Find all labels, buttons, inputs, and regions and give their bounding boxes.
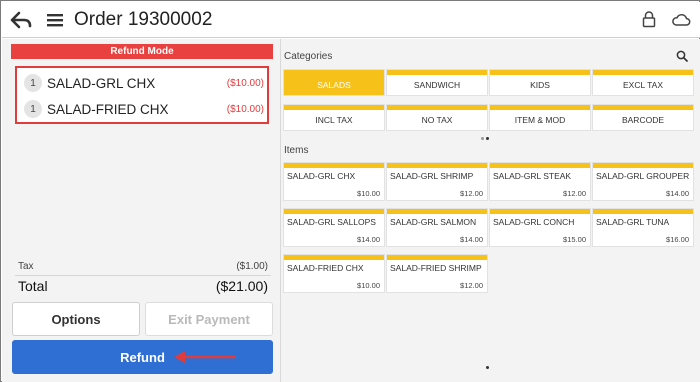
page-dot [486, 137, 489, 140]
order-title: Order 19300002 [74, 9, 213, 30]
page-dot [481, 137, 484, 140]
item-tile[interactable]: SALAD-GRL SALLOPS $14.00 [284, 209, 384, 246]
menu-panel: Categories SALADS SANDWICH KIDS EXCL TAX… [280, 39, 700, 382]
item-name: SALAD-GRL GROUPER [596, 171, 690, 181]
tax-value: ($1.00) [236, 261, 268, 272]
order-item-name: SALAD-FRIED CHX [47, 101, 169, 117]
order-item-price: ($10.00) [226, 103, 264, 115]
item-tile[interactable]: SALAD-GRL SHRIMP $12.00 [387, 163, 487, 200]
item-tile[interactable]: SALAD-FRIED CHX $10.00 [284, 255, 384, 292]
cloud-icon[interactable] [671, 12, 691, 27]
category-incl-tax[interactable]: INCL TAX [284, 105, 384, 130]
items-heading: Items [284, 145, 309, 156]
items-page-indicator[interactable] [486, 366, 489, 369]
search-icon[interactable] [676, 49, 688, 62]
order-line[interactable]: 1 SALAD-GRL CHX ($10.00) [24, 72, 264, 94]
pos-window: Order 19300002 Refund Mode 1 SALAD-GRL C… [0, 0, 700, 382]
divider [15, 275, 271, 276]
total-label: Total [18, 278, 48, 294]
item-price: $15.00 [563, 235, 586, 244]
category-item-mod[interactable]: ITEM & MOD [490, 105, 590, 130]
item-price: $10.00 [357, 281, 380, 290]
item-tile[interactable]: SALAD-GRL SALMON $14.00 [387, 209, 487, 246]
category-no-tax[interactable]: NO TAX [387, 105, 487, 130]
item-tile[interactable]: SALAD-GRL CHX $10.00 [284, 163, 384, 200]
item-price: $14.00 [666, 189, 689, 198]
order-line[interactable]: 1 SALAD-FRIED CHX ($10.00) [24, 98, 264, 120]
item-name: SALAD-GRL CHX [287, 171, 356, 181]
item-price: $12.00 [563, 189, 586, 198]
item-tile[interactable]: SALAD-GRL CONCH $15.00 [490, 209, 590, 246]
total-value: ($21.00) [215, 278, 268, 294]
quantity-badge: 1 [24, 74, 42, 92]
exit-payment-button[interactable]: Exit Payment [145, 302, 273, 336]
order-lines-list: 1 SALAD-GRL CHX ($10.00) 1 SALAD-FRIED C… [15, 66, 269, 124]
item-tile[interactable]: SALAD-FRIED SHRIMP $12.00 [387, 255, 487, 292]
category-excl-tax[interactable]: EXCL TAX [593, 70, 693, 95]
item-name: SALAD-GRL CONCH [493, 217, 575, 227]
top-bar: Order 19300002 [2, 2, 700, 38]
item-price: $16.00 [666, 235, 689, 244]
quantity-badge: 1 [24, 100, 42, 118]
options-button[interactable]: Options [12, 302, 140, 336]
item-price: $10.00 [357, 189, 380, 198]
refund-mode-banner: Refund Mode [11, 44, 273, 59]
order-item-price: ($10.00) [226, 77, 264, 89]
item-tile[interactable]: SALAD-GRL GROUPER $14.00 [593, 163, 693, 200]
order-item-name: SALAD-GRL CHX [47, 75, 156, 91]
category-barcode[interactable]: BARCODE [593, 105, 693, 130]
item-price: $12.00 [460, 281, 483, 290]
item-price: $14.00 [460, 235, 483, 244]
back-arrow-icon[interactable] [10, 10, 32, 30]
item-name: SALAD-GRL TUNA [596, 217, 670, 227]
item-name: SALAD-GRL SHRIMP [390, 171, 474, 181]
category-kids[interactable]: KIDS [490, 70, 590, 95]
item-name: SALAD-FRIED SHRIMP [390, 263, 482, 273]
item-tile[interactable]: SALAD-GRL TUNA $16.00 [593, 209, 693, 246]
item-price: $12.00 [460, 189, 483, 198]
item-name: SALAD-GRL SALLOPS [287, 217, 376, 227]
order-panel: Refund Mode 1 SALAD-GRL CHX ($10.00) 1 S… [2, 39, 280, 382]
item-tile[interactable]: SALAD-GRL STEAK $12.00 [490, 163, 590, 200]
item-name: SALAD-GRL SALMON [390, 217, 477, 227]
page-dot [486, 366, 489, 369]
lock-icon[interactable] [642, 10, 656, 28]
tax-label: Tax [18, 261, 34, 272]
annotation-arrow-icon [174, 351, 236, 363]
category-sandwich[interactable]: SANDWICH [387, 70, 487, 95]
category-page-indicator[interactable] [481, 137, 489, 140]
tax-row: Tax ($1.00) [18, 261, 268, 272]
item-name: SALAD-GRL STEAK [493, 171, 572, 181]
categories-heading: Categories [284, 51, 333, 62]
hamburger-menu-icon[interactable] [46, 11, 64, 29]
item-price: $14.00 [357, 235, 380, 244]
category-salads[interactable]: SALADS [284, 70, 384, 95]
total-row: Total ($21.00) [18, 277, 268, 295]
item-name: SALAD-FRIED CHX [287, 263, 364, 273]
